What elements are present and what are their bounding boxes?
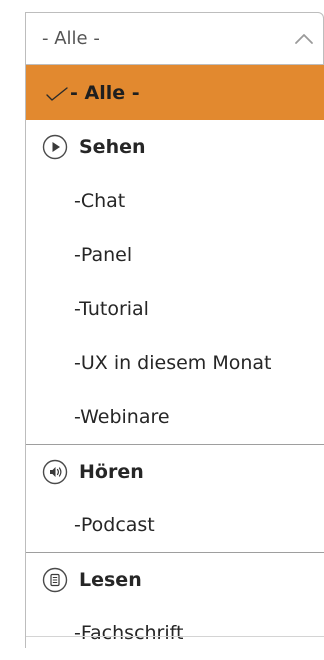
- speaker-circle-icon: [42, 459, 68, 484]
- option-webinare[interactable]: -Webinare: [26, 390, 324, 444]
- option-label: -Chat: [74, 190, 126, 212]
- play-circle-icon: [42, 134, 68, 160]
- checkmark-icon: [46, 86, 68, 101]
- option-label: Lesen: [79, 568, 142, 591]
- option-label: Sehen: [79, 136, 146, 158]
- document-circle-icon: [42, 567, 68, 592]
- category-dropdown[interactable]: - Alle - - Alle - Sehen -Chat -Panel -Tu…: [25, 12, 324, 648]
- chevron-up-icon[interactable]: [294, 31, 314, 45]
- option-label: -Podcast: [74, 514, 155, 536]
- option-ux-in-diesem-monat[interactable]: -UX in diesem Monat: [26, 336, 324, 390]
- option-group-lesen[interactable]: Lesen: [26, 552, 324, 606]
- select-value: - Alle -: [42, 28, 100, 49]
- option-label: -Webinare: [74, 406, 170, 428]
- option-label: -UX in diesem Monat: [74, 352, 272, 374]
- list-bottom-divider: [26, 636, 324, 637]
- option-group-sehen[interactable]: Sehen: [26, 120, 324, 174]
- option-label: -Tutorial: [74, 298, 149, 320]
- option-group-hoeren[interactable]: Hören: [26, 444, 324, 498]
- option-tutorial[interactable]: -Tutorial: [26, 282, 324, 336]
- option-label: -Panel: [74, 244, 133, 266]
- option-label: - Alle -: [70, 81, 140, 104]
- option-label: -Fachschrift: [74, 622, 184, 644]
- option-alle[interactable]: - Alle -: [26, 65, 324, 120]
- option-podcast[interactable]: -Podcast: [26, 498, 324, 552]
- option-list: - Alle - Sehen -Chat -Panel -Tutorial -U…: [26, 65, 324, 660]
- option-panel[interactable]: -Panel: [26, 228, 324, 282]
- category-select[interactable]: - Alle -: [26, 12, 324, 65]
- option-chat[interactable]: -Chat: [26, 174, 324, 228]
- option-fachschrift[interactable]: -Fachschrift: [26, 606, 324, 660]
- option-label: Hören: [79, 460, 144, 483]
